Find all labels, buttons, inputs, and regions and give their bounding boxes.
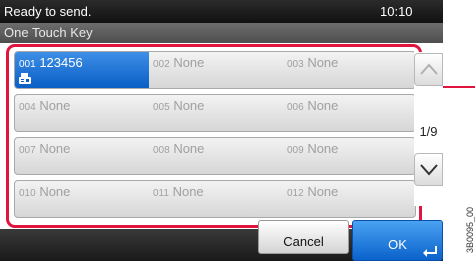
- key-name: None: [307, 55, 339, 70]
- panel-screen: Ready to send. 10:10 One Touch Key 001 1…: [0, 0, 443, 261]
- key-number: 011: [153, 188, 169, 199]
- key-name: None: [307, 141, 339, 156]
- key-name: 123456: [39, 55, 83, 70]
- key-number: 004: [19, 102, 36, 113]
- key-row: 010 None 011 None 012 None: [14, 180, 416, 218]
- key-name: None: [307, 184, 339, 199]
- page-indicator: 1/9: [419, 124, 438, 139]
- key-number: 001: [19, 59, 36, 70]
- chevron-down-icon: [420, 164, 438, 176]
- key-name: None: [39, 184, 71, 199]
- ok-button[interactable]: OK: [352, 220, 443, 261]
- screen-title: One Touch Key: [4, 25, 93, 40]
- key-name: None: [307, 98, 339, 113]
- chevron-up-icon: [420, 63, 438, 75]
- one-touch-key-001[interactable]: 001 123456: [15, 52, 149, 88]
- key-name: None: [39, 141, 71, 156]
- key-number: 012: [287, 188, 304, 199]
- key-number: 002: [153, 59, 170, 70]
- key-name: None: [173, 141, 205, 156]
- key-name: None: [173, 55, 205, 70]
- clock: 10:10: [380, 4, 413, 19]
- key-number: 010: [19, 188, 36, 199]
- ok-label: OK: [388, 237, 407, 252]
- key-number: 007: [19, 145, 36, 156]
- one-touch-key-006[interactable]: 006 None: [283, 95, 417, 131]
- one-touch-key-003[interactable]: 003 None: [283, 52, 417, 88]
- key-row: 004 None 005 None 006 None: [14, 94, 416, 132]
- cancel-button[interactable]: Cancel: [258, 220, 349, 254]
- one-touch-key-005[interactable]: 005 None: [149, 95, 283, 131]
- key-name: None: [39, 98, 71, 113]
- callout-line: [443, 86, 475, 88]
- one-touch-key-004[interactable]: 004 None: [15, 95, 149, 131]
- key-name: None: [172, 184, 204, 199]
- one-touch-key-011[interactable]: 011 None: [149, 181, 283, 217]
- one-touch-key-002[interactable]: 002 None: [149, 52, 283, 88]
- scroll-down-button[interactable]: [414, 153, 443, 186]
- key-number: 008: [153, 145, 170, 156]
- status-bar: Ready to send. 10:10: [0, 0, 443, 23]
- enter-icon: [423, 246, 437, 257]
- key-number: 005: [153, 102, 170, 113]
- fax-icon: [19, 73, 31, 84]
- key-number: 009: [287, 145, 304, 156]
- key-row: 001 123456 002 None 003 None: [14, 51, 416, 89]
- one-touch-key-list: 001 123456 002 None 003 None 004 None 00…: [6, 44, 422, 228]
- screen-title-bar: One Touch Key: [0, 23, 443, 43]
- key-number: 006: [287, 102, 304, 113]
- one-touch-key-008[interactable]: 008 None: [149, 138, 283, 174]
- key-name: None: [173, 98, 205, 113]
- status-message: Ready to send.: [4, 4, 92, 19]
- key-number: 003: [287, 59, 304, 70]
- one-touch-key-009[interactable]: 009 None: [283, 138, 417, 174]
- scroll-up-button[interactable]: [414, 53, 443, 86]
- one-touch-key-007[interactable]: 007 None: [15, 138, 149, 174]
- key-row: 007 None 008 None 009 None: [14, 137, 416, 175]
- one-touch-key-010[interactable]: 010 None: [15, 181, 149, 217]
- reference-code: 3B0095_00: [465, 206, 475, 253]
- one-touch-key-012[interactable]: 012 None: [283, 181, 417, 217]
